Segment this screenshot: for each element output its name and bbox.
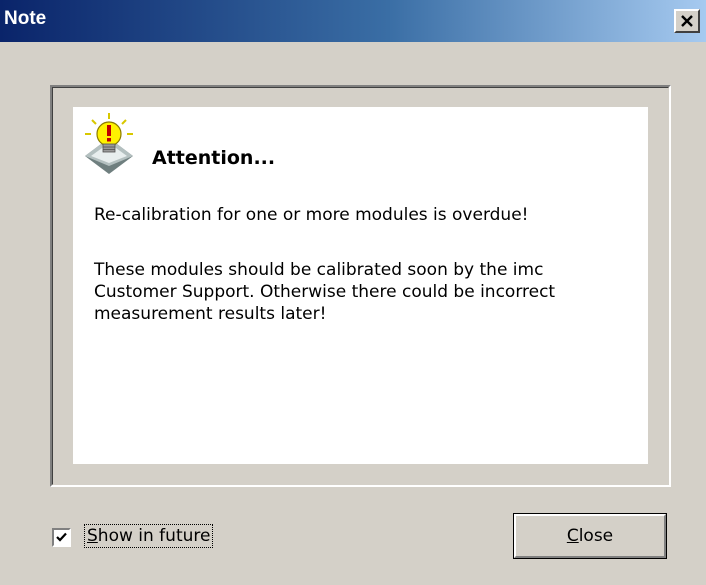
checkmark-icon [56, 532, 67, 542]
title-bar[interactable]: Note [0, 0, 706, 42]
show-in-future-label[interactable]: Show in future [83, 524, 214, 548]
window-title: Note [4, 8, 47, 29]
show-in-future-label-rest: how in future [97, 526, 211, 546]
show-in-future-checkbox[interactable] [52, 528, 71, 547]
message-line-recommendation: These modules should be calibrated soon … [94, 260, 556, 324]
window-close-button[interactable] [674, 9, 700, 33]
message-line-overdue: Re-calibration for one or more modules i… [94, 205, 529, 225]
show-in-future-mnemonic: S [87, 526, 98, 546]
close-button-label-rest: lose [578, 526, 614, 546]
note-dialog: Note Attention... Re-calibration for one… [0, 0, 706, 585]
message-heading: Attention... [152, 147, 276, 169]
close-button[interactable]: Close [513, 513, 667, 559]
close-button-mnemonic: C [566, 526, 579, 546]
close-icon [681, 15, 693, 27]
lightbulb-warning-icon [85, 113, 133, 174]
